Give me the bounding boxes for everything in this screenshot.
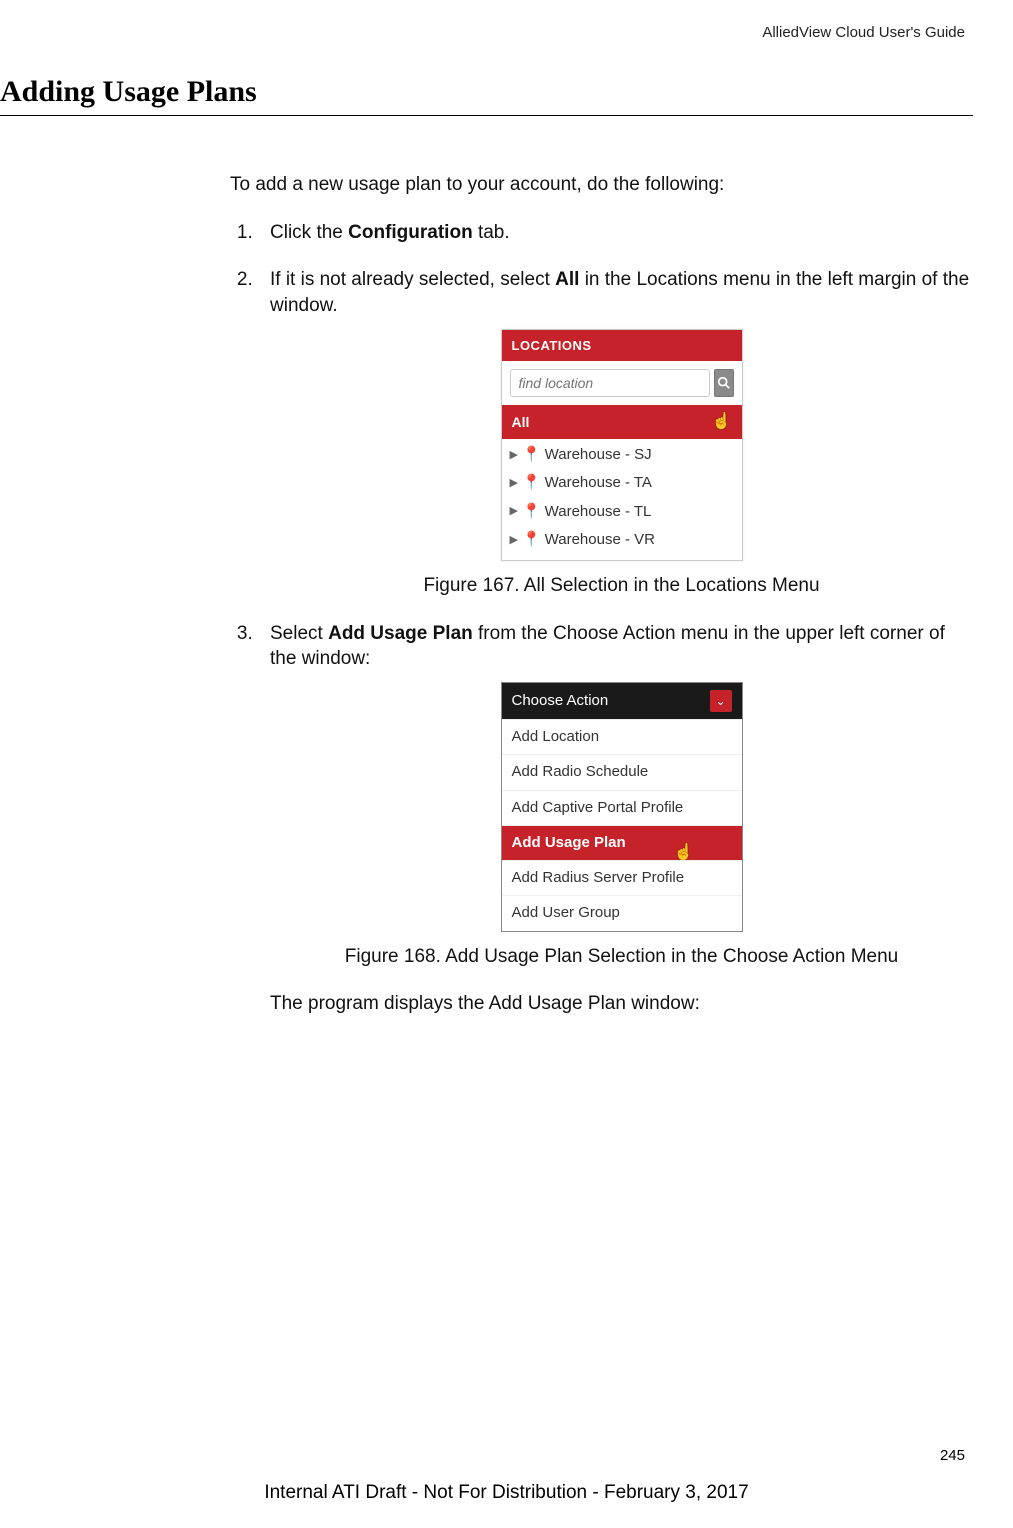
figure-1-caption: Figure 167. All Selection in the Locatio…	[423, 573, 819, 599]
location-item[interactable]: ▶ 📍 Warehouse - TA	[502, 469, 742, 497]
after-text: The program displays the Add Usage Plan …	[270, 991, 973, 1017]
step-2-pre: If it is not already selected, select	[270, 269, 555, 290]
action-item-add-captive-portal-profile[interactable]: Add Captive Portal Profile	[502, 790, 742, 825]
location-label: Warehouse - TL	[545, 502, 652, 522]
pin-icon: 📍	[522, 530, 541, 550]
location-item[interactable]: ▶ 📍 Warehouse - VR	[502, 526, 742, 554]
figure-2: Choose Action ⌄ Add Location Add Radio S…	[270, 682, 973, 969]
choose-action-menu: Choose Action ⌄ Add Location Add Radio S…	[501, 682, 743, 932]
action-item-add-radio-schedule[interactable]: Add Radio Schedule	[502, 754, 742, 789]
search-row	[502, 361, 742, 405]
page-content: To add a new usage plan to your account,…	[230, 172, 973, 1017]
locations-all-row[interactable]: All	[502, 405, 742, 439]
header-guide-title: AlliedView Cloud User's Guide	[0, 24, 973, 41]
locations-panel-header: LOCATIONS	[502, 330, 742, 362]
action-item-add-location[interactable]: Add Location	[502, 719, 742, 754]
step-2-bold: All	[555, 269, 579, 290]
search-icon	[717, 376, 731, 390]
chevron-down-icon: ⌄	[710, 690, 732, 712]
chevron-right-icon: ▶	[510, 504, 518, 519]
chevron-right-icon: ▶	[510, 533, 518, 548]
chevron-right-icon: ▶	[510, 448, 518, 463]
pin-icon: 📍	[522, 445, 541, 465]
locations-panel: LOCATIONS All ▶ 📍	[501, 329, 743, 562]
location-label: Warehouse - VR	[545, 530, 655, 550]
choose-action-label: Choose Action	[512, 691, 609, 711]
step-1-post: tab.	[473, 222, 510, 243]
step-1-bold: Configuration	[348, 222, 473, 243]
pin-icon: 📍	[522, 473, 541, 493]
step-3: Select Add Usage Plan from the Choose Ac…	[258, 621, 973, 1017]
locations-list: ▶ 📍 Warehouse - SJ ▶ 📍 Warehouse - TA ▶ …	[502, 439, 742, 560]
step-2: If it is not already selected, select Al…	[258, 267, 973, 598]
location-label: Warehouse - TA	[545, 473, 652, 493]
chevron-right-icon: ▶	[510, 476, 518, 491]
section-title: Adding Usage Plans	[0, 75, 973, 116]
figure-2-caption: Figure 168. Add Usage Plan Selection in …	[345, 944, 898, 970]
figure-1: LOCATIONS All ▶ 📍	[270, 329, 973, 599]
choose-action-header[interactable]: Choose Action ⌄	[502, 683, 742, 719]
search-input[interactable]	[510, 369, 710, 397]
location-item[interactable]: ▶ 📍 Warehouse - SJ	[502, 441, 742, 469]
action-item-add-radius-server-profile[interactable]: Add Radius Server Profile	[502, 860, 742, 895]
intro-text: To add a new usage plan to your account,…	[230, 172, 973, 198]
location-label: Warehouse - SJ	[545, 445, 652, 465]
action-item-label: Add Usage Plan	[512, 834, 626, 851]
action-item-add-user-group[interactable]: Add User Group	[502, 895, 742, 930]
search-button[interactable]	[714, 369, 734, 397]
step-3-pre: Select	[270, 623, 328, 644]
location-item[interactable]: ▶ 📍 Warehouse - TL	[502, 498, 742, 526]
action-item-add-usage-plan[interactable]: Add Usage Plan ☝	[502, 825, 742, 860]
page-number: 245	[940, 1447, 965, 1464]
pin-icon: 📍	[522, 502, 541, 522]
step-1-pre: Click the	[270, 222, 348, 243]
step-1: Click the Configuration tab.	[258, 220, 973, 246]
step-3-bold: Add Usage Plan	[328, 623, 473, 644]
cursor-icon	[712, 411, 732, 433]
locations-all-label: All	[512, 413, 530, 432]
steps-list: Click the Configuration tab. If it is no…	[230, 220, 973, 1017]
footer-text: Internal ATI Draft - Not For Distributio…	[0, 1482, 1013, 1504]
